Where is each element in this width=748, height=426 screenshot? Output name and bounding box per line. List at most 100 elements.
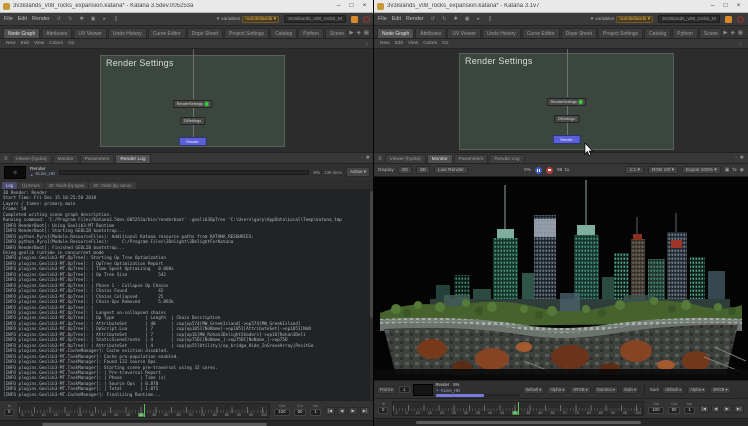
menu-item[interactable]: Edit xyxy=(18,16,27,22)
view-2d-button[interactable]: 2D xyxy=(398,166,412,174)
gear-icon[interactable]: ✱ xyxy=(78,16,86,22)
snapshot-icon[interactable]: ▣ xyxy=(463,16,471,22)
backdrop-node[interactable]: Render Settings RenderSettings DlSetting… xyxy=(459,53,674,150)
pane-tab[interactable]: Viewer (hydra) xyxy=(385,154,426,163)
layout-icon[interactable]: ▦ xyxy=(364,30,369,36)
nodegraph-menu-item[interactable]: New xyxy=(6,41,16,46)
live-render-button[interactable]: Live Render xyxy=(434,166,468,174)
main-tab[interactable]: Python xyxy=(672,28,698,38)
pause-icon[interactable] xyxy=(535,167,542,174)
main-tab[interactable]: UV Viewer xyxy=(73,28,107,38)
menu-item[interactable]: Render xyxy=(406,16,424,22)
scene-name-field[interactable]: 3v3islands_v08_rocks_M xyxy=(658,15,720,23)
frame-ruler[interactable]: 0510152025303540455055606570758085909510… xyxy=(18,403,270,418)
tab-overflow-icon[interactable]: ▶ xyxy=(723,30,727,36)
undo-icon[interactable]: ↺ xyxy=(429,16,437,22)
node-render[interactable]: Render xyxy=(552,135,580,144)
frame-ruler[interactable]: 0510152025303540455055606570758085909510… xyxy=(392,401,644,416)
nodegraph-menu-item[interactable]: Colors xyxy=(49,41,63,46)
transport-button[interactable]: ▶ xyxy=(348,407,357,415)
main-tab[interactable]: UV Viewer xyxy=(447,28,481,38)
redo-icon[interactable]: ↻ xyxy=(66,16,74,22)
node-graph-canvas[interactable]: Render Settings RenderSettings DlSetting… xyxy=(0,49,374,152)
main-tab[interactable]: Attributes xyxy=(41,28,72,38)
main-tab[interactable]: Curve Editor xyxy=(148,28,186,38)
redo-icon[interactable]: ↻ xyxy=(440,16,448,22)
main-tab[interactable]: Dope Sheet xyxy=(561,28,597,38)
view-flag-icon[interactable] xyxy=(579,100,583,104)
main-tab[interactable]: Node Graph xyxy=(3,28,40,38)
close-button[interactable]: × xyxy=(732,0,745,12)
main-tab[interactable]: Scene xyxy=(699,28,720,38)
pane-tab[interactable]: Render Log xyxy=(489,154,524,163)
log-tab[interactable]: Log xyxy=(2,182,17,189)
variables-value[interactable]: num3islands ▾ xyxy=(242,16,279,23)
graph-state-variables[interactable]: ▾ variables num3islands ▾ xyxy=(217,16,279,23)
timeline-zoom-bar[interactable] xyxy=(416,421,641,424)
pane-tab[interactable]: Monitor xyxy=(427,154,453,163)
nodegraph-menu-item[interactable]: Edit xyxy=(21,41,29,46)
timeline-in-field[interactable]: 0 xyxy=(4,409,14,416)
timeline-zoom-bar[interactable] xyxy=(42,423,267,426)
render-pass[interactable]: ▲ KLine_HD xyxy=(30,172,55,177)
main-tab[interactable]: Undo History xyxy=(482,28,521,38)
nodegraph-menu-item[interactable]: View xyxy=(408,41,418,46)
buffer-option-dropdown[interactable]: sRGB ▾ xyxy=(570,386,590,394)
maximize-button[interactable]: □ xyxy=(719,0,732,12)
playhead-marker[interactable] xyxy=(144,404,145,417)
menu-item[interactable]: File xyxy=(4,16,13,22)
transport-button[interactable]: ▶| xyxy=(360,407,370,415)
buffer-option-dropdown[interactable]: Alpha ▾ xyxy=(687,386,707,394)
gear-icon[interactable]: ✱ xyxy=(452,16,460,22)
nodegraph-menu-item[interactable]: Colors xyxy=(423,41,437,46)
main-tab[interactable]: Project Settings xyxy=(598,28,643,38)
node-render[interactable]: Render xyxy=(178,137,206,146)
main-tab[interactable]: Node Graph xyxy=(377,28,414,38)
pane-tab[interactable]: Render Log xyxy=(115,154,150,163)
timeline-increment-field[interactable]: 1 xyxy=(310,409,320,416)
minimize-button[interactable]: – xyxy=(332,0,345,12)
monitor-viewport[interactable] xyxy=(374,177,748,380)
action-dropdown[interactable]: Action ▾ xyxy=(346,167,370,177)
render-icon[interactable]: ▸ xyxy=(475,16,483,22)
titlebar[interactable]: 3v3islands_v08_rocks_expansion.katana* -… xyxy=(374,0,748,13)
transport-button[interactable]: ▶| xyxy=(734,405,744,413)
exposure-dropdown[interactable]: Expos 100% ▾ xyxy=(682,166,721,174)
view-flag-icon[interactable] xyxy=(205,102,209,106)
playhead-marker[interactable] xyxy=(518,402,519,415)
main-tab[interactable]: Undo History xyxy=(108,28,147,38)
transport-button[interactable]: ◀ xyxy=(711,405,720,413)
node-rendersettings[interactable]: RenderSettings xyxy=(547,98,587,106)
log-tab[interactable]: (1) Errors xyxy=(18,182,44,189)
record-icon[interactable] xyxy=(737,16,744,23)
main-tab[interactable]: Catalog xyxy=(270,28,297,38)
maximize-button[interactable]: □ xyxy=(345,0,358,12)
transport-button[interactable]: |◀ xyxy=(699,405,709,413)
nodegraph-menu-item[interactable]: New xyxy=(380,41,390,46)
buffer-option-dropdown[interactable]: Gamma ▾ xyxy=(594,386,618,394)
buffer-pass[interactable]: ▲ KLine_HD xyxy=(436,388,520,393)
pin-icon[interactable]: ◈ xyxy=(731,30,735,36)
timeline-in-field[interactable]: 0 xyxy=(378,407,388,414)
magnify-icon[interactable]: ⌕ xyxy=(739,41,742,47)
variables-value[interactable]: num3islands ▾ xyxy=(616,16,653,23)
main-tab[interactable]: Catalog xyxy=(644,28,671,38)
main-tab[interactable]: Scene xyxy=(325,28,346,38)
split-pane-icon[interactable]: ▫ xyxy=(735,155,737,161)
graph-state-variables[interactable]: ▾ variables num3islands ▾ xyxy=(591,16,653,23)
channels-dropdown[interactable]: RGB 16f ▾ xyxy=(648,166,678,174)
view-3d-button[interactable]: 3D xyxy=(416,166,430,174)
log-tab[interactable]: 20: Yields (by type) xyxy=(45,182,89,189)
menu-item[interactable]: Render xyxy=(32,16,50,22)
render-thumbnail[interactable]: ◆ xyxy=(4,166,26,179)
buffer-thumbnail[interactable] xyxy=(413,384,433,396)
transport-button[interactable]: ◀ xyxy=(337,407,346,415)
render-status-icon[interactable] xyxy=(725,16,732,23)
pause-render-icon[interactable]: || xyxy=(112,16,120,22)
buffer-option-dropdown[interactable]: Gain ▾ xyxy=(621,386,639,394)
main-tab[interactable]: Dope Sheet xyxy=(187,28,223,38)
tab-overflow-icon[interactable]: ▶ xyxy=(349,30,353,36)
render-status-icon[interactable] xyxy=(351,16,358,23)
main-tab[interactable]: Python xyxy=(298,28,324,38)
pane-gear-icon[interactable]: ✱ xyxy=(366,155,370,161)
